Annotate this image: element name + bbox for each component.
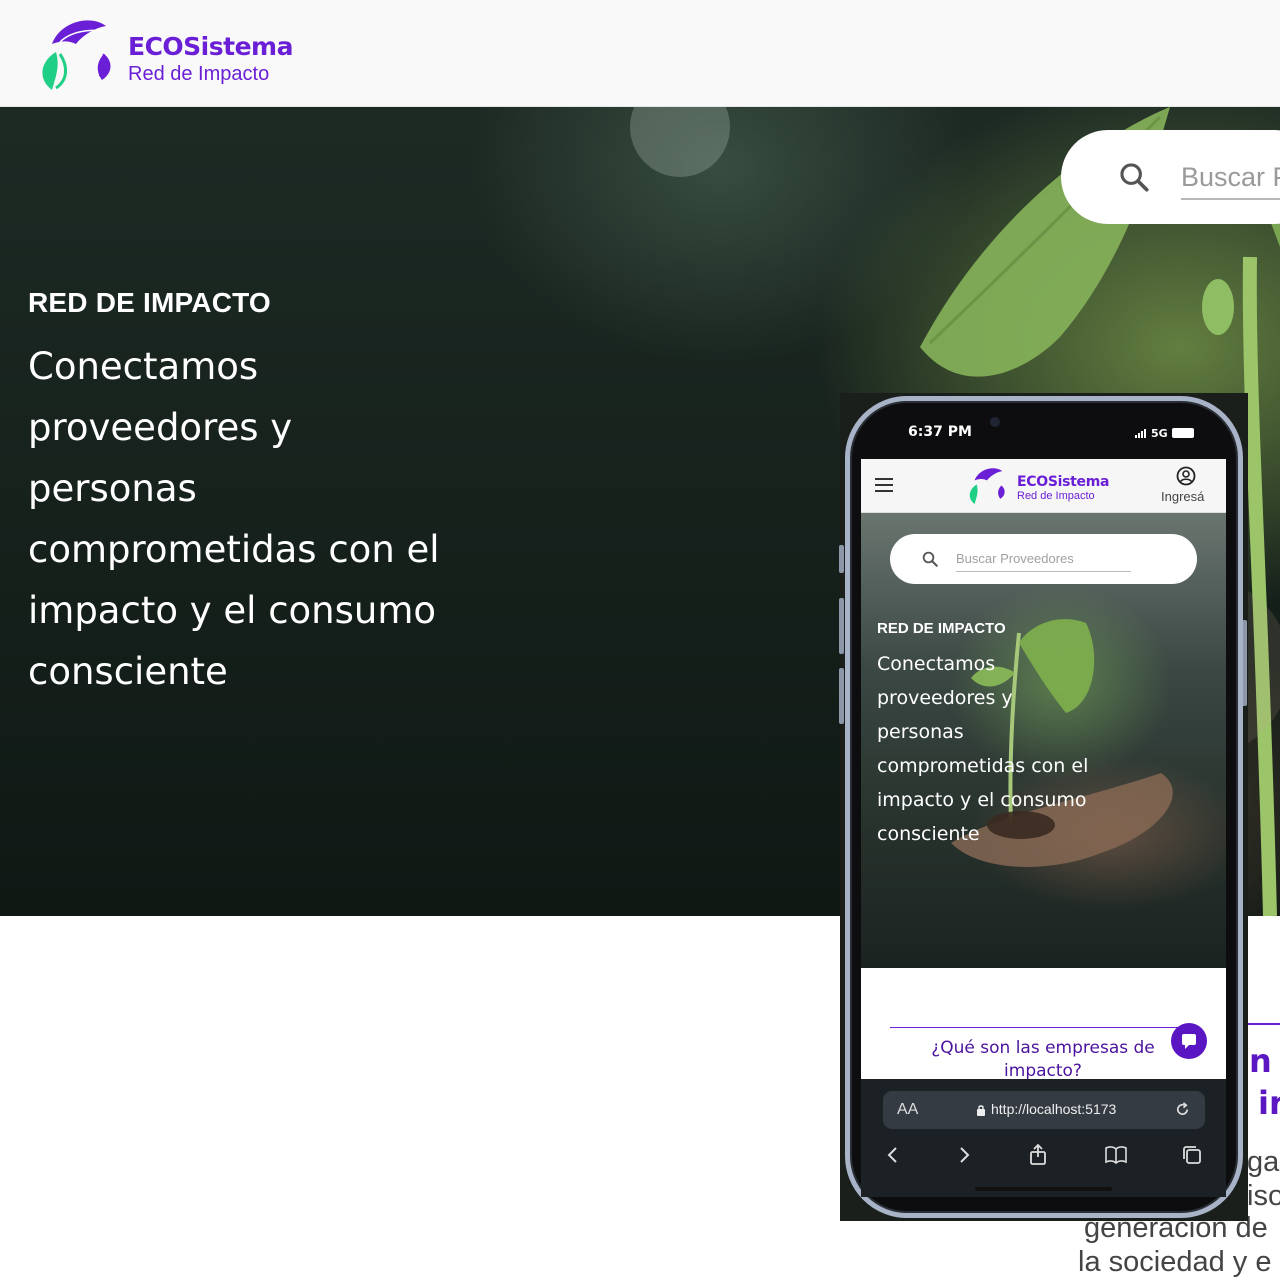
mobile-navbar: ECOSistema Red de Impacto Ingresá: [861, 459, 1226, 513]
brand-logo[interactable]: ECOSistema Red de Impacto: [38, 14, 308, 92]
back-icon[interactable]: [881, 1143, 905, 1167]
mobile-section-heading: ¿Qué son las empresas de impacto?: [931, 1038, 1155, 1079]
bookmarks-icon[interactable]: [1104, 1143, 1128, 1167]
hero-line: proveedores y: [28, 406, 293, 449]
mobile-section-divider: [890, 1027, 1200, 1028]
mobile-brand-subtitle: Red de Impacto: [1017, 490, 1095, 502]
mobile-brand-title: ECOSistema: [1017, 474, 1110, 490]
user-circle-icon[interactable]: [1176, 466, 1196, 486]
phone-side-button: [839, 668, 844, 724]
phone-side-button: [839, 545, 844, 573]
tabs-icon[interactable]: [1180, 1143, 1204, 1167]
mobile-hero-kicker: RED DE IMPACTO: [877, 620, 1006, 637]
chat-bubble-icon: [1182, 1034, 1196, 1049]
brand-title: ECOSistema: [128, 32, 293, 61]
lock-icon: [977, 1105, 985, 1116]
url-text: http://localhost:5173: [991, 1101, 1117, 1117]
search-icon: [1120, 163, 1149, 192]
reload-icon[interactable]: [1174, 1101, 1191, 1118]
camera-icon: [990, 417, 1000, 427]
mobile-hero-banner: RED DE IMPACTO Conectamos proveedores y …: [861, 513, 1226, 968]
section-paragraph-fragment: ga: [1247, 1146, 1280, 1178]
hero-line: consciente: [28, 650, 228, 693]
logo-mark-icon: [42, 20, 111, 90]
hero-line: Conectamos: [28, 345, 259, 388]
mobile-hero-line: Conectamos: [877, 653, 996, 675]
search-icon: [922, 551, 938, 567]
mobile-hero-line: impacto y el consumo: [877, 789, 1087, 811]
hero-search-box[interactable]: [1061, 130, 1280, 224]
mobile-hero-line: proveedores y: [877, 687, 1013, 709]
chat-button[interactable]: [1171, 1023, 1207, 1059]
section-paragraph-fragment: iso: [1247, 1180, 1280, 1212]
hero-line: impacto y el consumo: [28, 589, 437, 632]
mobile-hero-headline: Conectamos proveedores y personas compro…: [877, 647, 1117, 851]
logo-mark-icon[interactable]: [967, 465, 1011, 505]
section-heading-fragment: ir: [1258, 1084, 1280, 1122]
forward-icon[interactable]: [952, 1143, 976, 1167]
search-input[interactable]: [1181, 156, 1280, 200]
mobile-hero-line: personas: [877, 721, 964, 743]
status-time: 6:37 PM: [908, 424, 972, 440]
section-paragraph-fragment: la sociedad y e: [1078, 1246, 1272, 1278]
battery-icon: [1172, 428, 1194, 438]
section-divider: [1248, 1023, 1280, 1025]
section-heading-fragment: n: [1249, 1042, 1272, 1080]
text-size-button[interactable]: AA: [897, 1101, 918, 1119]
brand-subtitle: Red de Impacto: [128, 63, 270, 85]
mobile-hero-line: comprometidas con el: [877, 755, 1089, 777]
hero-line: comprometidas con el: [28, 528, 440, 571]
hero-line: personas: [28, 467, 197, 510]
hero-headline: Conectamos proveedores y personas compro…: [28, 336, 468, 702]
mobile-hero-line: consciente: [877, 823, 980, 845]
top-navbar: ECOSistema Red de Impacto: [0, 0, 1280, 107]
home-indicator: [975, 1187, 1112, 1191]
share-icon[interactable]: [1026, 1143, 1050, 1167]
login-link[interactable]: Ingresá: [1161, 489, 1204, 504]
status-network: 5G: [1151, 427, 1168, 440]
phone-screen: ECOSistema Red de Impacto Ingresá RED DE…: [861, 459, 1226, 1079]
address-bar[interactable]: AA http://localhost:5173: [883, 1091, 1205, 1129]
hamburger-icon[interactable]: [875, 478, 893, 492]
mobile-search-input[interactable]: [956, 546, 1131, 572]
mobile-search-box[interactable]: [890, 534, 1197, 584]
browser-toolbar: AA http://localhost:5173: [861, 1079, 1226, 1197]
hero-kicker: RED DE IMPACTO: [28, 287, 271, 318]
signal-icon: [1135, 429, 1146, 438]
phone-side-button: [839, 598, 844, 654]
